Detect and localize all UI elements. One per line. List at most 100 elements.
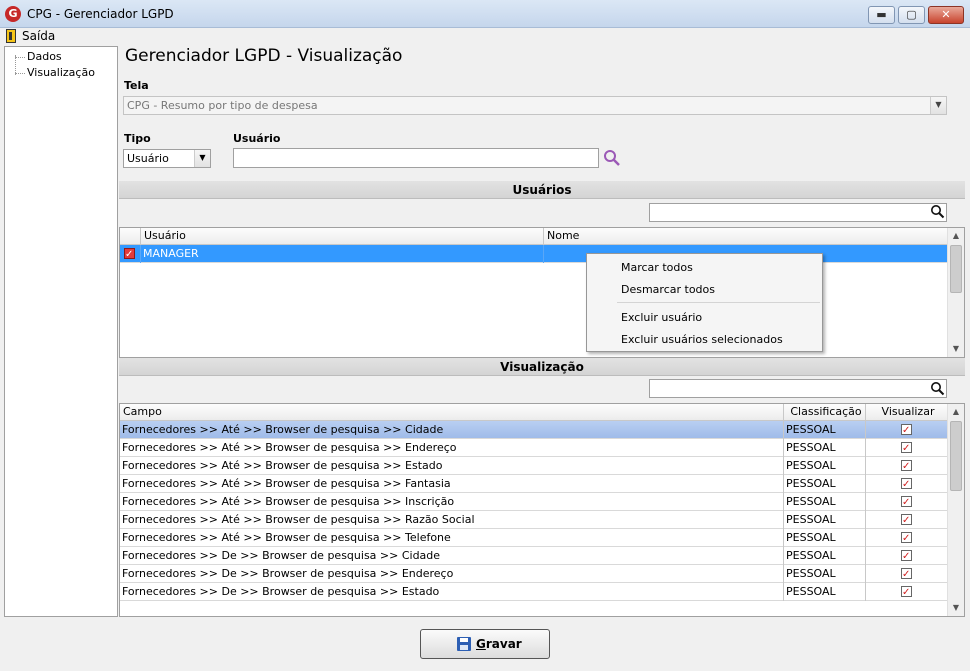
table-row[interactable]: Fornecedores >> Até >> Browser de pesqui… — [120, 457, 948, 475]
table-row[interactable]: Fornecedores >> Até >> Browser de pesqui… — [120, 529, 948, 547]
visualizar-cell[interactable] — [866, 529, 948, 547]
visualizar-cell[interactable] — [866, 475, 948, 493]
users-check-column-header — [120, 228, 141, 245]
classificacao-cell: PESSOAL — [784, 457, 866, 475]
app-logo-icon: G — [5, 6, 21, 22]
visualizar-checkbox[interactable] — [901, 530, 912, 547]
context-menu: Marcar todos Desmarcar todos Excluir usu… — [586, 253, 823, 352]
chevron-down-icon[interactable]: ▼ — [930, 97, 946, 114]
campo-cell: Fornecedores >> De >> Browser de pesquis… — [120, 547, 784, 565]
campo-cell: Fornecedores >> Até >> Browser de pesqui… — [120, 421, 784, 439]
visualizar-cell[interactable] — [866, 493, 948, 511]
scroll-thumb[interactable] — [950, 245, 962, 293]
classificacao-cell: PESSOAL — [784, 493, 866, 511]
visualizar-checkbox[interactable] — [901, 494, 912, 511]
visualizar-checkbox[interactable] — [901, 458, 912, 475]
menu-item-delete-user[interactable]: Excluir usuário — [588, 307, 821, 329]
users-column-nome[interactable]: Nome — [544, 228, 948, 245]
view-grid: Campo Classificação Visualizar Fornecedo… — [119, 403, 965, 617]
visualizar-cell[interactable] — [866, 457, 948, 475]
view-column-visualizar[interactable]: Visualizar — [866, 404, 948, 421]
visualizar-cell[interactable] — [866, 583, 948, 601]
visualizar-cell[interactable] — [866, 547, 948, 565]
visualizar-checkbox[interactable] — [901, 476, 912, 493]
tipo-select[interactable]: Usuário ▼ — [123, 149, 211, 168]
maximize-button[interactable]: ▢ — [898, 6, 925, 24]
table-row[interactable]: Fornecedores >> De >> Browser de pesquis… — [120, 583, 948, 601]
tree-item-dados[interactable]: Dados — [15, 50, 62, 63]
users-grid: Usuário Nome MANAGER ▲ ▼ — [119, 227, 965, 358]
campo-cell: Fornecedores >> Até >> Browser de pesqui… — [120, 493, 784, 511]
exit-door-icon[interactable] — [6, 29, 16, 43]
users-search-input[interactable] — [649, 203, 947, 222]
users-grid-header: Usuário Nome — [120, 228, 948, 245]
chevron-down-icon[interactable]: ▼ — [194, 150, 210, 167]
close-button[interactable]: ✕ — [928, 6, 964, 24]
table-row[interactable]: Fornecedores >> Até >> Browser de pesqui… — [120, 421, 948, 439]
save-button[interactable]: Gravar — [420, 629, 550, 659]
tela-select[interactable]: CPG - Resumo por tipo de despesa ▼ — [123, 96, 947, 115]
tipo-select-value: Usuário — [127, 152, 169, 165]
visualizar-checkbox[interactable] — [901, 566, 912, 583]
save-button-label: Gravar — [476, 637, 522, 651]
visualizar-checkbox[interactable] — [901, 512, 912, 529]
usuario-cell: MANAGER — [141, 245, 544, 263]
campo-cell: Fornecedores >> De >> Browser de pesquis… — [120, 565, 784, 583]
table-row[interactable]: MANAGER — [120, 245, 948, 263]
view-scrollbar[interactable]: ▲ ▼ — [947, 404, 964, 616]
page-title: Gerenciador LGPD - Visualização — [125, 46, 403, 66]
table-row[interactable]: Fornecedores >> Até >> Browser de pesqui… — [120, 511, 948, 529]
view-column-classificacao[interactable]: Classificação — [784, 404, 866, 421]
menu-item-unmark-all[interactable]: Desmarcar todos — [588, 279, 821, 301]
tree-item-visualizacao[interactable]: Visualização — [15, 66, 95, 79]
scroll-down-icon[interactable]: ▼ — [948, 341, 964, 357]
classificacao-cell: PESSOAL — [784, 565, 866, 583]
visualizar-checkbox[interactable] — [901, 548, 912, 565]
view-section-header: Visualização — [119, 358, 965, 376]
table-row[interactable]: Fornecedores >> De >> Browser de pesquis… — [120, 547, 948, 565]
classificacao-cell: PESSOAL — [784, 475, 866, 493]
classificacao-cell: PESSOAL — [784, 547, 866, 565]
view-search-input[interactable] — [649, 379, 947, 398]
users-scrollbar[interactable]: ▲ ▼ — [947, 228, 964, 357]
search-icon[interactable] — [930, 204, 945, 219]
minimize-button[interactable]: ▬ — [868, 6, 895, 24]
usuario-input[interactable] — [233, 148, 599, 168]
tela-select-value: CPG - Resumo por tipo de despesa — [127, 99, 318, 112]
scroll-thumb[interactable] — [950, 421, 962, 491]
visualizar-cell[interactable] — [866, 565, 948, 583]
tela-label: Tela — [124, 79, 149, 92]
search-icon[interactable] — [930, 381, 945, 396]
row-checkbox[interactable] — [124, 246, 135, 263]
users-section-header: Usuários — [119, 181, 965, 199]
visualizar-cell[interactable] — [866, 439, 948, 457]
classificacao-cell: PESSOAL — [784, 439, 866, 457]
campo-cell: Fornecedores >> Até >> Browser de pesqui… — [120, 457, 784, 475]
window-title: CPG - Gerenciador LGPD — [27, 7, 174, 21]
visualizar-checkbox[interactable] — [901, 422, 912, 439]
menu-item-delete-selected-users[interactable]: Excluir usuários selecionados — [588, 329, 821, 351]
scroll-up-icon[interactable]: ▲ — [948, 404, 964, 420]
scroll-down-icon[interactable]: ▼ — [948, 600, 964, 616]
users-column-usuario[interactable]: Usuário — [141, 228, 544, 245]
scroll-up-icon[interactable]: ▲ — [948, 228, 964, 244]
campo-cell: Fornecedores >> De >> Browser de pesquis… — [120, 583, 784, 601]
table-row[interactable]: Fornecedores >> Até >> Browser de pesqui… — [120, 439, 948, 457]
table-row[interactable]: Fornecedores >> Até >> Browser de pesqui… — [120, 493, 948, 511]
menu-bar: Saída — [0, 28, 970, 45]
campo-cell: Fornecedores >> Até >> Browser de pesqui… — [120, 439, 784, 457]
view-grid-header: Campo Classificação Visualizar — [120, 404, 948, 421]
table-row[interactable]: Fornecedores >> De >> Browser de pesquis… — [120, 565, 948, 583]
visualizar-cell[interactable] — [866, 421, 948, 439]
table-row[interactable]: Fornecedores >> Até >> Browser de pesqui… — [120, 475, 948, 493]
visualizar-cell[interactable] — [866, 511, 948, 529]
navigation-tree: Dados Visualização — [4, 46, 118, 617]
search-user-icon[interactable] — [603, 149, 621, 167]
menu-item-mark-all[interactable]: Marcar todos — [588, 257, 821, 279]
menu-exit[interactable]: Saída — [22, 29, 55, 43]
menu-separator — [617, 302, 820, 303]
row-check-cell[interactable] — [120, 245, 141, 263]
visualizar-checkbox[interactable] — [901, 584, 912, 601]
visualizar-checkbox[interactable] — [901, 440, 912, 457]
view-column-campo[interactable]: Campo — [120, 404, 784, 421]
